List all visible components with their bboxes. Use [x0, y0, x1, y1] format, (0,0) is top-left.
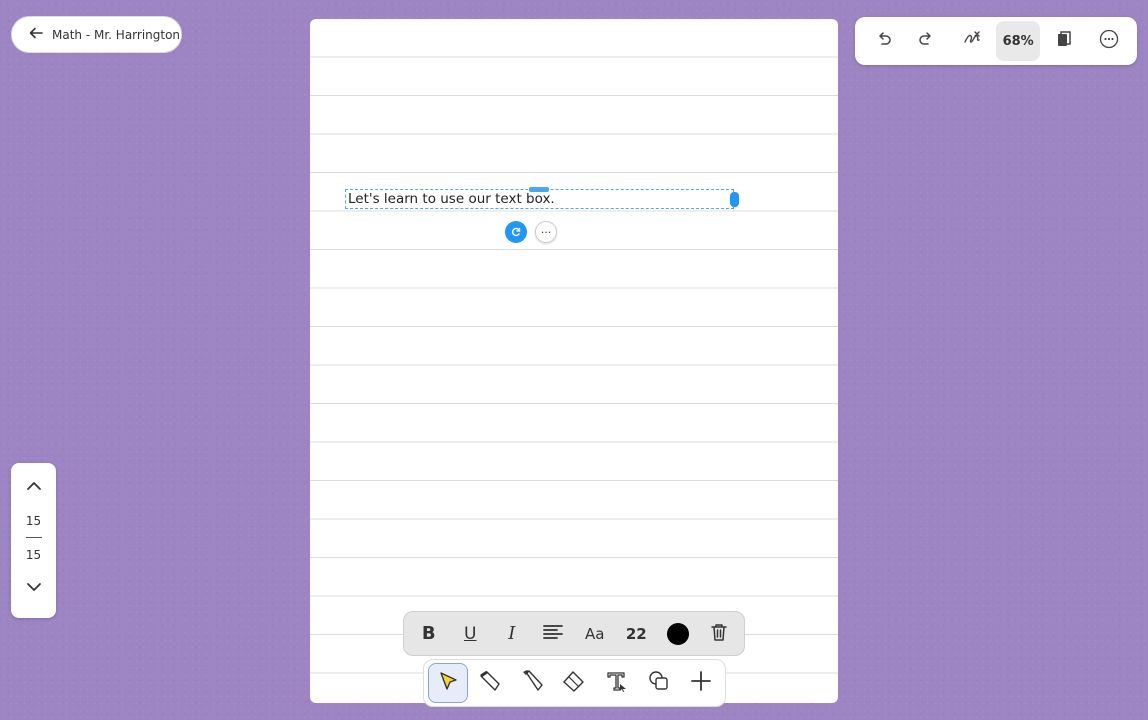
pointer-icon — [434, 667, 462, 699]
text-tool[interactable] — [597, 663, 637, 703]
pen-icon — [476, 667, 504, 699]
shapes-icon — [645, 667, 673, 699]
textbox-more-button[interactable]: ··· — [535, 221, 557, 243]
back-button[interactable]: Math - Mr. Harrington — [11, 16, 182, 53]
arrow-left-icon — [28, 25, 44, 44]
text-box-content[interactable]: Let's learn to use our text box. — [348, 191, 555, 207]
current-page-number: 15 — [25, 514, 42, 528]
hand-gesture-icon — [961, 28, 983, 54]
add-tool[interactable] — [681, 663, 721, 703]
color-swatch — [666, 622, 689, 645]
shape-tool[interactable] — [639, 663, 679, 703]
page-navigator: 15 15 — [11, 463, 56, 618]
undo-icon — [872, 28, 894, 54]
select-tool[interactable] — [428, 663, 469, 703]
chevron-down-icon — [25, 578, 43, 600]
redo-icon — [916, 28, 938, 54]
zoom-level-button[interactable]: 68% — [996, 21, 1041, 61]
notebook-title: Math - Mr. Harrington — [52, 27, 181, 42]
align-button[interactable] — [538, 617, 568, 651]
pages-icon — [1053, 28, 1075, 54]
rotate-icon — [510, 223, 522, 242]
drawing-toolbar — [423, 659, 726, 707]
page-divider — [25, 537, 42, 538]
chevron-up-icon — [25, 477, 43, 499]
redo-button[interactable] — [907, 21, 947, 61]
eraser-icon — [560, 667, 588, 699]
move-handle[interactable] — [528, 186, 550, 193]
align-left-icon — [542, 623, 564, 645]
bold-button[interactable]: B — [414, 617, 444, 651]
italic-button[interactable]: I — [497, 617, 527, 651]
ellipsis-icon: ··· — [540, 225, 552, 239]
text-icon — [603, 667, 631, 699]
text-format-bar: B U I Aa 22 — [403, 611, 745, 656]
plus-icon — [687, 667, 715, 699]
pages-button[interactable] — [1044, 21, 1084, 61]
trash-icon — [710, 622, 728, 646]
text-color-button[interactable] — [663, 617, 693, 651]
rotate-button[interactable] — [505, 221, 527, 243]
previous-page-button[interactable] — [11, 463, 56, 513]
marker-icon — [518, 667, 546, 699]
font-size-button[interactable]: 22 — [621, 617, 651, 651]
marker-tool[interactable] — [512, 663, 552, 703]
pen-tool[interactable] — [470, 663, 510, 703]
resize-handle[interactable] — [730, 192, 739, 207]
eraser-tool[interactable] — [554, 663, 594, 703]
text-box[interactable]: Let's learn to use our text box. — [345, 186, 739, 209]
total-page-count: 15 — [25, 548, 42, 562]
delete-button[interactable] — [704, 617, 734, 651]
next-page-button[interactable] — [11, 564, 56, 614]
undo-button[interactable] — [863, 21, 903, 61]
more-horizontal-icon — [1098, 28, 1120, 54]
more-options-button[interactable] — [1089, 21, 1129, 61]
notebook-page[interactable]: Let's learn to use our text box. ··· — [310, 19, 838, 703]
font-button[interactable]: Aa — [580, 617, 610, 651]
top-toolbar: 68% — [855, 17, 1137, 65]
underline-button[interactable]: U — [455, 617, 485, 651]
gesture-button[interactable] — [952, 21, 992, 61]
